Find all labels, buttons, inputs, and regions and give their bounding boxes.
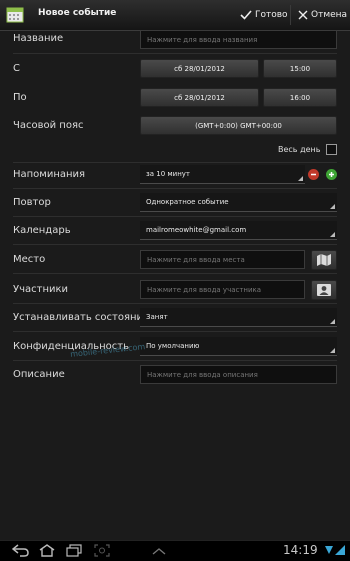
timezone-label: Часовой пояс bbox=[13, 120, 84, 131]
to-time-button[interactable]: 16:00 bbox=[263, 88, 337, 107]
dropdown-arrow-icon bbox=[298, 176, 303, 181]
system-bar: 14:19 bbox=[0, 540, 350, 561]
quick-panel-arrow-icon[interactable] bbox=[152, 548, 166, 555]
status-label: Устанавливать состояние bbox=[13, 312, 150, 323]
reminders-label: Напоминания bbox=[13, 169, 86, 180]
add-reminder-button[interactable] bbox=[326, 169, 337, 180]
back-icon[interactable] bbox=[12, 544, 30, 557]
clock: 14:19 bbox=[283, 543, 318, 557]
repeat-value: Однократное событие bbox=[146, 198, 229, 206]
action-divider bbox=[290, 5, 291, 25]
contact-card-icon bbox=[317, 284, 331, 296]
dropdown-arrow-icon bbox=[330, 204, 335, 209]
to-label: По bbox=[13, 92, 27, 103]
privacy-spinner[interactable]: По умолчанию bbox=[140, 337, 337, 356]
divider bbox=[13, 244, 337, 245]
status-value: Занят bbox=[146, 313, 168, 321]
done-button[interactable]: Готово bbox=[240, 5, 288, 25]
from-date-button[interactable]: сб 28/01/2012 bbox=[140, 59, 259, 78]
allday-checkbox[interactable] bbox=[326, 144, 337, 155]
from-label: С bbox=[13, 63, 20, 74]
check-icon bbox=[240, 10, 252, 20]
divider bbox=[13, 360, 337, 361]
page-title: Новое событие bbox=[38, 8, 117, 18]
title-label: Название bbox=[13, 33, 64, 44]
dropdown-arrow-icon bbox=[330, 232, 335, 237]
action-bar: Новое событие Готово Отмена bbox=[0, 0, 350, 31]
done-label: Готово bbox=[255, 10, 288, 20]
location-input[interactable]: Нажмите для ввода места bbox=[140, 250, 305, 269]
cancel-label: Отмена bbox=[311, 10, 348, 20]
wifi-icon bbox=[325, 546, 333, 554]
calendar-value: mailromeowhite@gmail.com bbox=[146, 226, 247, 234]
from-time-button[interactable]: 15:00 bbox=[263, 59, 337, 78]
divider bbox=[13, 331, 337, 332]
screenshot-icon[interactable] bbox=[94, 544, 110, 557]
description-input[interactable]: Нажмите для ввода описания bbox=[140, 365, 337, 384]
participants-label: Участники bbox=[13, 284, 69, 295]
repeat-label: Повтор bbox=[13, 197, 51, 208]
privacy-value: По умолчанию bbox=[146, 342, 200, 350]
calendar-spinner[interactable]: mailromeowhite@gmail.com bbox=[140, 221, 337, 240]
map-button[interactable] bbox=[311, 250, 337, 270]
divider bbox=[13, 216, 337, 217]
reminder-spinner[interactable]: за 10 минут bbox=[140, 165, 305, 184]
status-spinner[interactable]: Занят bbox=[140, 308, 337, 327]
divider bbox=[13, 303, 337, 304]
dropdown-arrow-icon bbox=[330, 348, 335, 353]
home-icon[interactable] bbox=[39, 544, 55, 557]
reminder-value: за 10 минут bbox=[146, 170, 190, 178]
repeat-spinner[interactable]: Однократное событие bbox=[140, 193, 337, 212]
signal-icon bbox=[335, 545, 345, 555]
map-icon bbox=[317, 254, 331, 266]
recent-apps-icon[interactable] bbox=[66, 544, 82, 557]
participants-input[interactable]: Нажмите для ввода участника bbox=[140, 280, 305, 299]
calendar-label: Календарь bbox=[13, 225, 71, 236]
remove-reminder-button[interactable] bbox=[308, 169, 319, 180]
plus-icon bbox=[329, 172, 334, 177]
minus-icon bbox=[311, 173, 316, 176]
to-date-button[interactable]: сб 28/01/2012 bbox=[140, 88, 259, 107]
timezone-button[interactable]: (GMT+0:00) GMT+00:00 bbox=[140, 116, 337, 135]
contacts-button[interactable] bbox=[311, 280, 337, 300]
divider bbox=[13, 53, 337, 54]
dropdown-arrow-icon bbox=[330, 319, 335, 324]
close-icon bbox=[298, 10, 308, 20]
cancel-button[interactable]: Отмена bbox=[298, 5, 347, 25]
description-label: Описание bbox=[13, 369, 65, 380]
divider bbox=[13, 162, 337, 163]
allday-label: Весь день bbox=[278, 145, 321, 154]
divider bbox=[13, 188, 337, 189]
divider bbox=[13, 273, 337, 274]
title-input[interactable]: Нажмите для ввода названия bbox=[140, 30, 337, 49]
location-label: Место bbox=[13, 254, 46, 265]
calendar-app-icon bbox=[6, 7, 24, 23]
